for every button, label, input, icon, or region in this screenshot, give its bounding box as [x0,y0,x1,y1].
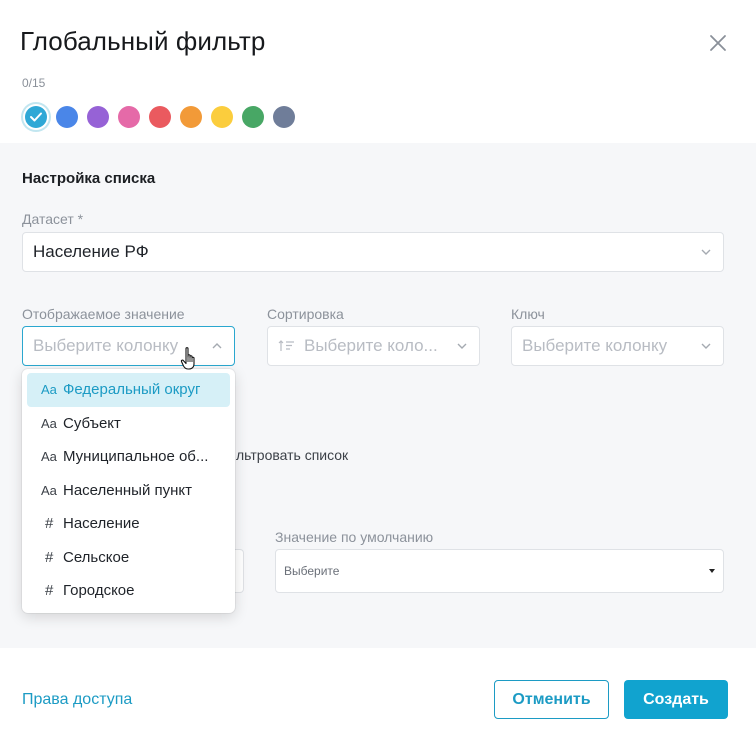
color-swatch[interactable] [25,106,47,128]
cancel-button[interactable]: Отменить [494,680,609,719]
check-icon [30,112,42,122]
dropdown-option[interactable]: # Сельское [27,541,230,575]
color-swatches [25,106,295,128]
dataset-select[interactable]: Население РФ [22,232,724,272]
key-label: Ключ [511,306,545,322]
text-type-icon: Aa [41,415,57,431]
dropdown-option[interactable]: Aa Муниципальное об... [27,440,230,474]
number-type-icon: # [45,515,54,533]
color-swatch[interactable] [118,106,140,128]
close-icon[interactable] [707,32,729,54]
key-select[interactable]: Выберите колонку [511,326,724,366]
sort-label: Сортировка [267,306,344,322]
color-swatch[interactable] [211,106,233,128]
dropdown-option[interactable]: Aa Субъект [27,407,230,441]
dropdown-option[interactable]: Aa Федеральный округ [27,373,230,407]
key-placeholder: Выберите колонку [522,336,668,355]
display-value-select[interactable]: Выберите колонку [22,326,235,366]
color-swatch[interactable] [87,106,109,128]
column-dropdown: Aa Федеральный округ Aa Субъект Aa Муниципаль… [22,369,235,613]
dropdown-option-label: Муниципальное об... [63,448,209,466]
dropdown-option-label: Городское [63,582,135,600]
sort-icon [278,340,294,351]
number-type-icon: # [45,548,54,566]
dialog-title: Глобальный фильтр [20,26,266,56]
default-value-placeholder: Выберите [284,564,340,578]
filter-list-checkbox-label[interactable]: льтровать список [236,447,348,463]
dropdown-option[interactable]: Aa Населенный пункт [27,474,230,508]
chevron-up-icon [212,343,222,349]
access-rights-link[interactable]: Права доступа [22,691,132,709]
default-value-label: Значение по умолчанию [275,529,434,545]
dropdown-option-label: Населенный пункт [63,481,193,499]
title-counter: 0/15 [22,76,46,90]
text-type-icon: Aa [41,449,57,465]
dropdown-option[interactable]: # Население [27,507,230,541]
number-type-icon: # [45,582,54,600]
chevron-down-icon [457,343,467,349]
dropdown-option-label: Сельское [63,548,130,566]
dropdown-option-label: Субъект [63,414,121,432]
color-swatch[interactable] [180,106,202,128]
dropdown-option[interactable]: # Городское [27,574,230,608]
color-swatch[interactable] [242,106,264,128]
sort-placeholder: Выберите коло... [304,336,438,355]
caret-down-icon [709,569,715,573]
chevron-down-icon [701,249,711,255]
color-swatch[interactable] [149,106,171,128]
sort-select[interactable]: Выберите коло... [267,326,480,366]
dropdown-option-label: Население [63,515,140,533]
color-swatch[interactable] [273,106,295,128]
color-swatch[interactable] [56,106,78,128]
display-value-label: Отображаемое значение [22,306,185,322]
hand-cursor-icon [180,347,195,370]
chevron-down-icon [701,343,711,349]
text-type-icon: Aa [41,482,57,498]
dataset-label: Датасет * [22,211,84,227]
text-type-icon: Aa [41,382,57,398]
dropdown-option-label: Федеральный округ [63,381,201,399]
dataset-value: Население РФ [33,242,149,261]
create-button[interactable]: Создать [624,680,728,719]
default-value-select[interactable]: Выберите [275,549,724,593]
section-title: Настройка списка [22,170,156,187]
